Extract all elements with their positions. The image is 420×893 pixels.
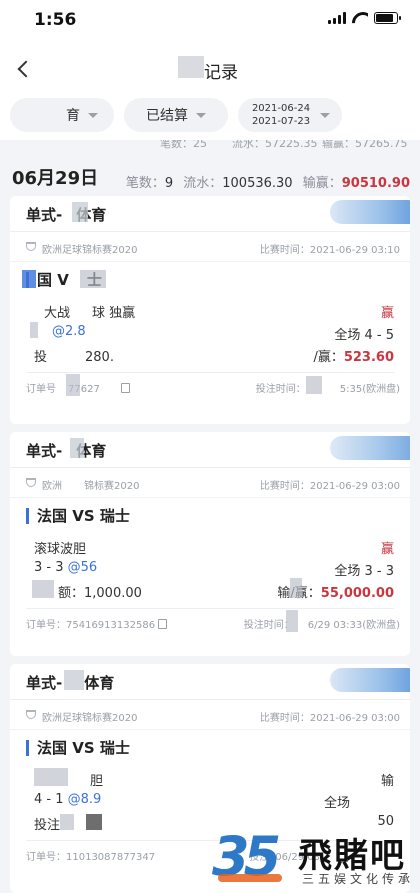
selection: 3 - 3 @56 [34, 560, 98, 575]
redaction [286, 610, 298, 632]
card-header: 单式- 体育 [10, 196, 410, 232]
card-header: 单式- 体育 [10, 664, 410, 700]
league-name: 欧洲足球锦标赛2020 [42, 245, 138, 256]
logo-mark: 35 [212, 824, 292, 890]
redaction [80, 270, 106, 288]
match-time: 比赛时间：2021-06-29 03:00 [259, 481, 400, 492]
card-footer: 订单号：75416913132586 投注时间： 6/29 03:33(欧洲盘) [26, 616, 400, 631]
divider [26, 372, 394, 373]
divider [26, 608, 394, 609]
bet-card[interactable]: 单式- 体育 欧洲 锦标赛2020 比赛时间：2021-06-29 03:00 法国… [10, 432, 410, 656]
wifi-icon [352, 12, 368, 24]
count-value: 9 [164, 176, 174, 191]
prev-win: 输赢：57265.75 [322, 140, 408, 150]
date-range-filter[interactable]: 2021-06-24 2021-07-23 [238, 98, 342, 132]
venue-filter[interactable]: 育 [10, 98, 114, 132]
flow-label: 流水： [183, 176, 223, 191]
redaction [306, 376, 322, 394]
watermark-logo: 35 飛賭吧 三五娱文化传承 [212, 822, 420, 893]
redaction [72, 202, 88, 222]
filter-bar: 育 已结算 2021-06-24 2021-07-23 [0, 94, 420, 140]
copy-icon[interactable] [120, 383, 130, 393]
date-start: 2021-06-24 [251, 103, 311, 114]
redaction [290, 578, 302, 598]
final-score: 全场 4 - 5 [334, 328, 394, 343]
bet-type: 单式- 体育 [26, 442, 107, 460]
signal-icon [328, 12, 346, 24]
page-title: 记录 [204, 63, 238, 83]
card-meta: 欧洲 锦标赛2020 比赛时间：2021-06-29 03:00 [10, 468, 410, 498]
market-name: 大战球 独赢 [44, 306, 136, 321]
date-end: 2021-07-23 [251, 116, 311, 127]
trophy-icon [26, 242, 36, 251]
trophy-icon [26, 478, 36, 487]
status-bar: 1:56 [0, 0, 420, 44]
selection: @2.8 [52, 324, 86, 339]
copy-icon[interactable] [158, 619, 168, 629]
stake: 投注 [34, 818, 61, 833]
card-header: 单式- 体育 [10, 432, 410, 468]
card-footer: 订单号 77627 投注时间： 5:35(欧洲盘) [26, 380, 400, 395]
match-name: 法国 VS 瑞士 [26, 740, 130, 756]
bet-time: 投注时间： 6/29 03:33(欧洲盘) [243, 620, 400, 631]
selection: 4 - 1 @8.9 [34, 792, 102, 807]
bet-card[interactable]: 单式- 体育 欧洲足球锦标赛2020 比赛时间：2021-06-29 03:10 … [10, 196, 410, 424]
match-name: 法国 VS 瑞士 [26, 508, 130, 524]
redaction [30, 322, 38, 338]
status-icons [328, 12, 401, 24]
status-time: 1:56 [34, 10, 77, 30]
order-number: 订单号：75416913132586 [26, 616, 168, 631]
bet-type: 单式- 体育 [26, 206, 107, 224]
chevron-down-icon [320, 113, 330, 118]
nav-bar: 记录 [0, 44, 420, 94]
redaction [60, 814, 74, 830]
status-badge [330, 436, 410, 460]
bet-result: 赢 [380, 306, 394, 321]
status-badge [330, 200, 410, 224]
redaction [34, 768, 68, 786]
count-label: 笔数： [125, 176, 165, 191]
day-summary: 笔数：9 流水：100536.30 输赢：90510.90 [126, 172, 410, 191]
prev-flow: 流水：57225.35 [232, 140, 318, 150]
win-value: 90510.90 [341, 176, 410, 191]
status-badge [330, 668, 410, 692]
battery-icon [374, 12, 401, 24]
bet-result: 赢 [380, 542, 394, 557]
flow-value: 100536.30 [222, 176, 293, 191]
status-filter[interactable]: 已结算 [124, 98, 228, 132]
final-score: 全场 [323, 796, 350, 811]
market-name: 滚球波胆 [34, 542, 87, 557]
redaction [22, 270, 36, 288]
league-name: 欧洲足球锦标赛2020 [42, 713, 138, 724]
previous-day-summary: 笔数：25 流水：57225.35 输赢：57265.75 [0, 140, 420, 152]
status-filter-label: 已结算 [146, 108, 188, 124]
final-score: 全场 3 - 3 [334, 564, 394, 579]
card-body: 国 V士 大战球 独赢 赢 @2.8 全场 4 - 5 投280. /赢：523… [10, 262, 410, 396]
league-name: 欧洲 锦标赛2020 [42, 481, 140, 492]
stake: 投 280. [34, 350, 114, 365]
day-header: 06月29日 笔数：9 流水：100536.30 输赢：90510.90 [0, 160, 420, 192]
card-body: 法国 VS 瑞士 滚球波胆 赢 3 - 3 @56 全场 3 - 3 额：1,0… [10, 498, 410, 632]
trophy-icon [26, 710, 36, 719]
venue-filter-label: 育 [66, 108, 80, 124]
card-meta: 欧洲足球锦标赛2020 比赛时间：2021-06-29 03:10 [10, 232, 410, 262]
chevron-down-icon [88, 112, 98, 118]
redaction [66, 374, 80, 396]
bet-time: 投注时间： 5:35(欧洲盘) [255, 384, 400, 395]
redaction [64, 670, 84, 690]
win-label: 输赢： [302, 176, 342, 191]
redaction [32, 580, 54, 598]
prev-count: 笔数：25 [160, 140, 207, 150]
order-number: 订单号：11013087877347 [26, 852, 156, 863]
match-time: 比赛时间：2021-06-29 03:00 [259, 713, 400, 724]
chevron-down-icon [196, 112, 206, 118]
redaction [86, 814, 102, 830]
payout: /赢：523.60 [313, 350, 394, 365]
logo-subtitle: 三五娱文化传承 [302, 872, 415, 886]
bet-result: 输 [380, 774, 394, 789]
redaction [70, 438, 84, 458]
card-meta: 欧洲足球锦标赛2020 比赛时间：2021-06-29 03:00 [10, 700, 410, 730]
day-date: 06月29日 [12, 168, 99, 189]
match-time: 比赛时间：2021-06-29 03:10 [259, 245, 400, 256]
